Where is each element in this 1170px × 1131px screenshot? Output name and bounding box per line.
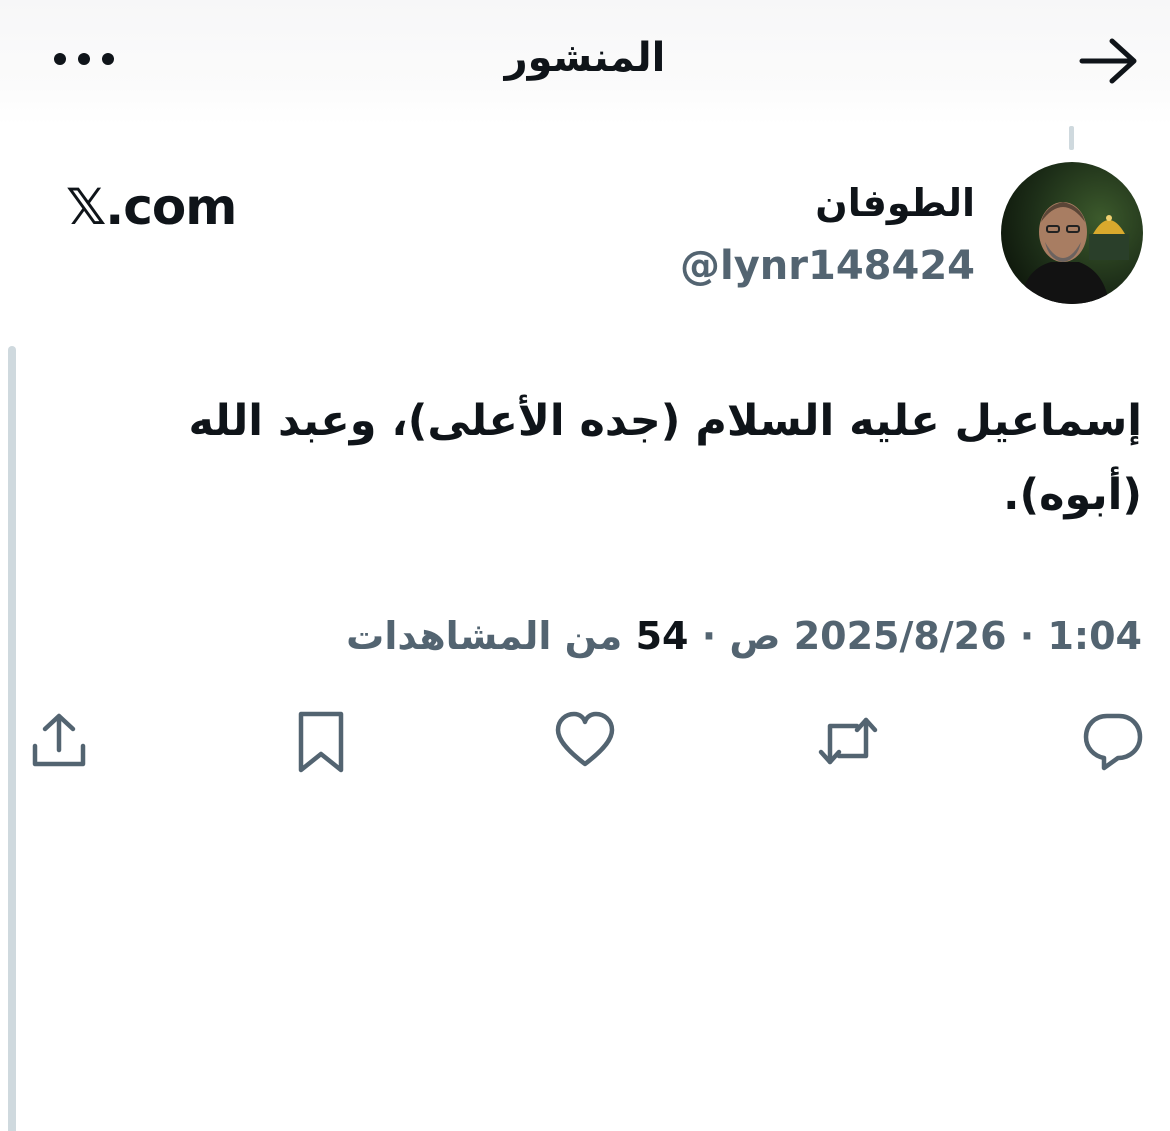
top-bar: المنشور [0,0,1170,125]
tweet-meta: 2025/8/26 · 1:04 ص · 54 من المشاهدات [346,606,1142,666]
thread-connector-line [1069,126,1074,150]
arrow-right-icon[interactable] [1078,36,1140,86]
author-handle[interactable]: @lynr148424 [680,238,975,294]
avatar[interactable] [1001,162,1143,304]
reply-icon[interactable] [1082,708,1144,774]
bookmark-icon[interactable] [290,708,352,774]
views-label: من المشاهدات [346,614,623,658]
tweet-detail-page: المنشور الطوفان @lynr148424 𝕏.com إسماعي… [0,0,1170,1131]
page-title: المنشور [504,35,666,81]
heart-icon[interactable] [554,708,616,774]
views-count: 54 [635,614,689,658]
author-display-name[interactable]: الطوفان [815,175,975,231]
tweet-text: إسماعيل عليه السلام (جده الأعلى)، وعبد ا… [188,396,1142,520]
scroll-indicator[interactable] [8,346,16,1131]
tweet-date[interactable]: 2025/8/26 [794,614,1007,658]
meta-separator: · [701,614,717,658]
meta-separator: · [1019,614,1035,658]
source-domain[interactable]: 𝕏.com [66,176,237,238]
share-icon[interactable] [28,708,90,774]
retweet-icon[interactable] [817,708,879,774]
